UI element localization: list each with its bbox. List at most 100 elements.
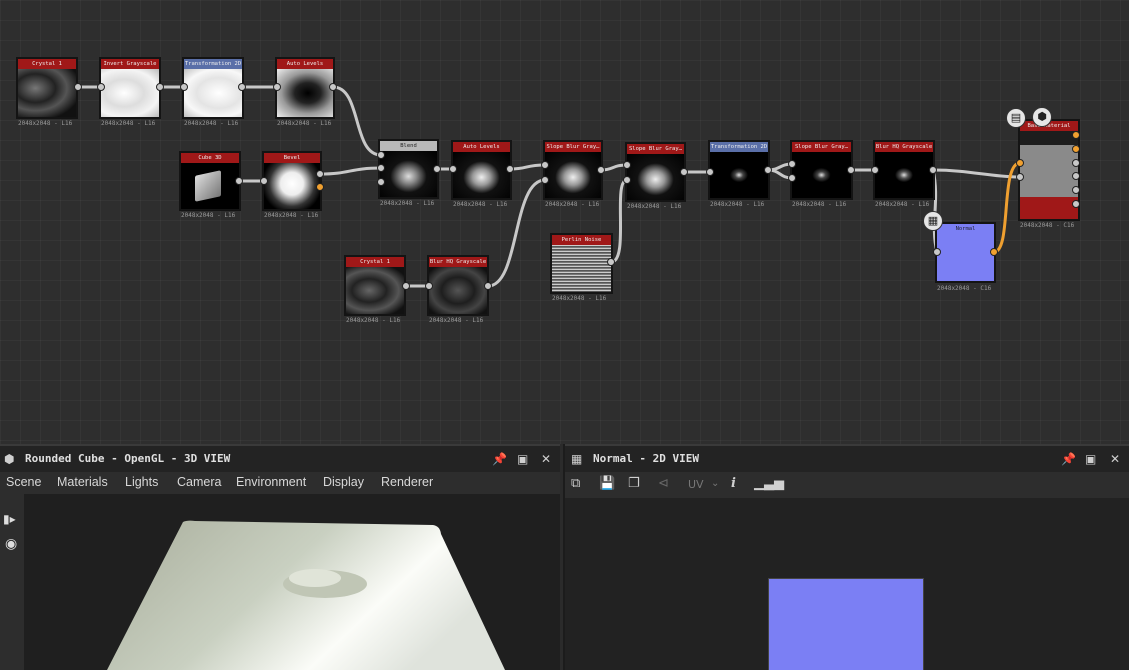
- input-port-orange[interactable]: [1016, 159, 1024, 167]
- node-blur-hq-grayscale[interactable]: Blur HQ Grayscale: [873, 140, 935, 200]
- input-port[interactable]: [449, 165, 457, 173]
- node-slope-blur-2[interactable]: Slope Blur Gray…: [625, 142, 686, 202]
- input-port[interactable]: [871, 166, 879, 174]
- input-port[interactable]: [623, 161, 631, 169]
- input-port[interactable]: [788, 160, 796, 168]
- node-transformation-2d[interactable]: Transformation 2D: [182, 57, 244, 119]
- node-slope-blur-3[interactable]: Slope Blur Gray…: [790, 140, 853, 200]
- node-caption: 2048x2048 - L16: [18, 120, 73, 127]
- input-port[interactable]: [541, 176, 549, 184]
- node-cube-3d[interactable]: Cube 3D: [179, 151, 241, 211]
- light-icon[interactable]: ◉: [5, 536, 17, 552]
- node-graph[interactable]: Crystal 1 2048x2048 - L16 Invert Graysca…: [0, 0, 1129, 444]
- node-base-material[interactable]: Base Material: [1018, 119, 1080, 221]
- node-crystal-1[interactable]: Crystal 1: [16, 57, 78, 119]
- cube-icon[interactable]: ⬢: [1032, 107, 1052, 127]
- input-port[interactable]: [377, 178, 385, 186]
- input-port[interactable]: [260, 177, 268, 185]
- menu-display[interactable]: Display: [323, 475, 364, 489]
- node-bevel[interactable]: Bevel: [262, 151, 322, 211]
- output-port[interactable]: [1072, 172, 1080, 180]
- menu-environment[interactable]: Environment: [236, 475, 306, 489]
- output-port[interactable]: [1072, 186, 1080, 194]
- node-blur-hq-grayscale-2[interactable]: Blur HQ Grayscale: [427, 255, 489, 316]
- output-port-orange[interactable]: [990, 248, 998, 256]
- output-port[interactable]: [929, 166, 937, 174]
- output-port[interactable]: [506, 165, 514, 173]
- node-title: Invert Grayscale: [101, 59, 159, 69]
- output-port[interactable]: [680, 168, 688, 176]
- input-port[interactable]: [377, 164, 385, 172]
- node-thumbnail: [710, 152, 768, 198]
- output-port-orange[interactable]: [316, 183, 324, 191]
- output-port[interactable]: [433, 165, 441, 173]
- node-auto-levels-2[interactable]: Auto Levels: [451, 140, 512, 200]
- menu-scene[interactable]: Scene: [6, 475, 41, 489]
- output-port[interactable]: [484, 282, 492, 290]
- input-port[interactable]: [541, 161, 549, 169]
- close-icon[interactable]: ✕: [1110, 452, 1120, 466]
- output-port[interactable]: [1072, 159, 1080, 167]
- info-icon[interactable]: i: [731, 476, 736, 491]
- camera-icon[interactable]: ▮▸: [3, 512, 16, 526]
- node-invert-grayscale[interactable]: Invert Grayscale: [99, 57, 161, 119]
- output-port[interactable]: [74, 83, 82, 91]
- input-port[interactable]: [623, 176, 631, 184]
- node-transformation-2d-2[interactable]: Transformation 2D: [708, 140, 770, 200]
- output-port-orange[interactable]: [1072, 145, 1080, 153]
- output-port[interactable]: [607, 258, 615, 266]
- node-blend[interactable]: Blend: [378, 139, 439, 199]
- viewport-3d[interactable]: [25, 494, 560, 670]
- checker-icon[interactable]: ▦: [923, 211, 943, 231]
- output-port[interactable]: [156, 83, 164, 91]
- node-crystal-1-b[interactable]: Crystal 1: [344, 255, 406, 316]
- output-port[interactable]: [238, 83, 246, 91]
- copy-icon[interactable]: ❐: [628, 476, 640, 491]
- pin-icon[interactable]: 📌: [492, 452, 507, 466]
- node-caption: 2048x2048 - L16: [792, 201, 847, 208]
- output-port[interactable]: [402, 282, 410, 290]
- input-port[interactable]: [377, 151, 385, 159]
- copy-view-icon[interactable]: ⧉: [571, 476, 580, 491]
- viewport-2d[interactable]: [565, 498, 1129, 670]
- panel-3d-titlebar: ⬢ Rounded Cube - OpenGL - 3D VIEW 📌 ▣ ✕: [0, 444, 560, 474]
- maximize-icon[interactable]: ▣: [517, 452, 528, 466]
- menu-renderer[interactable]: Renderer: [381, 475, 433, 489]
- node-thumbnail: [937, 234, 994, 281]
- node-auto-levels[interactable]: Auto Levels: [275, 57, 335, 119]
- node-caption: 2048x2048 - L16: [429, 317, 484, 324]
- input-port[interactable]: [273, 83, 281, 91]
- document-icon[interactable]: ▤: [1006, 108, 1026, 128]
- pin-icon[interactable]: 📌: [1061, 452, 1076, 466]
- node-thumbnail: [380, 151, 437, 197]
- node-slope-blur-1[interactable]: Slope Blur Gray…: [543, 140, 603, 200]
- panel-2d-titlebar: ▦ Normal - 2D VIEW 📌 ▣ ✕: [565, 444, 1129, 474]
- node-normal[interactable]: Normal: [935, 222, 996, 283]
- output-port[interactable]: [1072, 200, 1080, 208]
- output-port[interactable]: [235, 177, 243, 185]
- maximize-icon[interactable]: ▣: [1085, 452, 1096, 466]
- node-title: Cube 3D: [181, 153, 239, 163]
- input-port[interactable]: [97, 83, 105, 91]
- save-icon[interactable]: 💾: [599, 476, 615, 491]
- histogram-icon[interactable]: ▁▃▅: [754, 476, 784, 491]
- input-port[interactable]: [706, 168, 714, 176]
- output-port[interactable]: [329, 83, 337, 91]
- uv-dropdown[interactable]: UV: [688, 478, 704, 491]
- menu-lights[interactable]: Lights: [125, 475, 158, 489]
- input-port[interactable]: [425, 282, 433, 290]
- output-port[interactable]: [597, 166, 605, 174]
- output-port[interactable]: [764, 166, 772, 174]
- menu-materials[interactable]: Materials: [57, 475, 108, 489]
- input-port[interactable]: [933, 248, 941, 256]
- node-caption: 2048x2048 - L16: [710, 201, 765, 208]
- input-port[interactable]: [1016, 173, 1024, 181]
- output-port[interactable]: [316, 170, 324, 178]
- input-port[interactable]: [180, 83, 188, 91]
- output-port[interactable]: [847, 166, 855, 174]
- output-port-orange[interactable]: [1072, 131, 1080, 139]
- menu-camera[interactable]: Camera: [177, 475, 221, 489]
- close-icon[interactable]: ✕: [541, 452, 551, 466]
- input-port[interactable]: [788, 174, 796, 182]
- node-perlin-noise[interactable]: Perlin Noise: [550, 233, 613, 294]
